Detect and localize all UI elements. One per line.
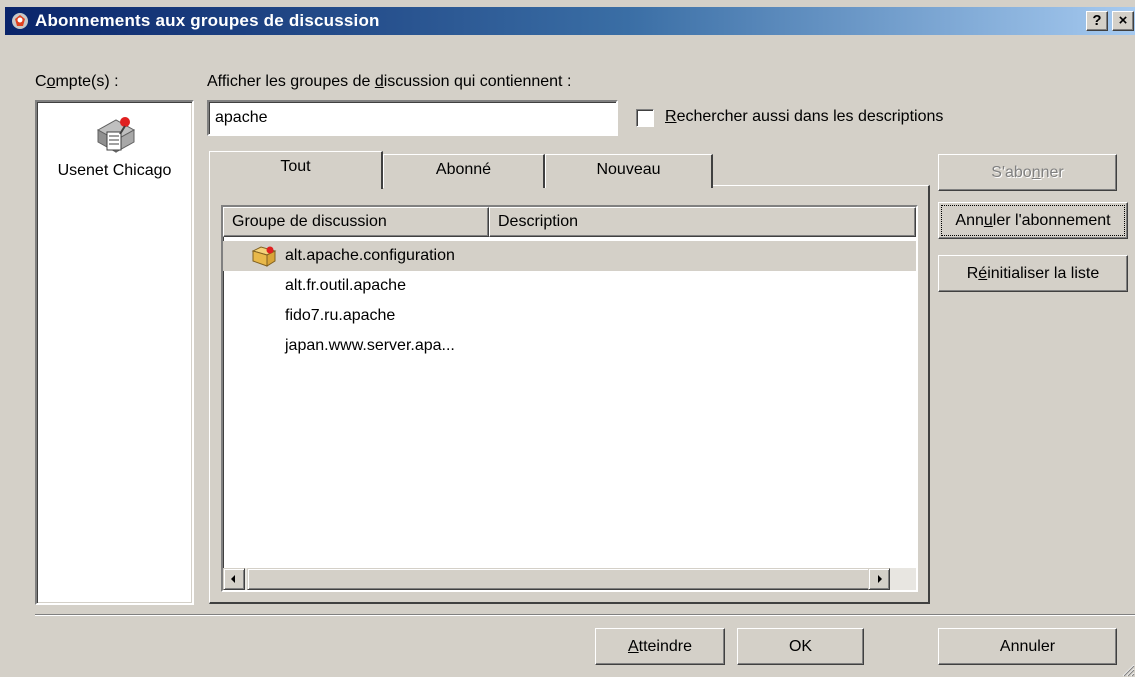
newsgroup-list[interactable]: Groupe de discussion Description alt.apa…: [221, 205, 918, 592]
newsgroup-app-icon: [11, 12, 29, 30]
window-title: Abonnements aux groupes de discussion: [35, 11, 380, 30]
newsgroup-name: japan.www.server.apa...: [285, 337, 455, 354]
column-header-description[interactable]: Description: [489, 207, 916, 237]
subscribe-button[interactable]: S'abonner: [938, 154, 1117, 191]
tab-label: Tout: [280, 158, 311, 175]
ok-button[interactable]: OK: [737, 628, 864, 665]
tab-label: Nouveau: [596, 161, 661, 178]
scrollbar-thumb[interactable]: [247, 568, 874, 590]
list-rows: alt.apache.configuration alt.fr.outil.ap…: [223, 241, 916, 361]
help-icon: ?: [1092, 12, 1102, 29]
close-button[interactable]: ×: [1112, 11, 1134, 31]
newsgroup-name: fido7.ru.apache: [285, 307, 396, 324]
arrow-left-icon: [231, 575, 235, 583]
tab-new[interactable]: Nouveau: [545, 154, 713, 188]
tab-subscribed[interactable]: Abonné: [383, 154, 545, 188]
list-item[interactable]: alt.fr.outil.apache: [223, 271, 916, 301]
list-header: Groupe de discussion Description: [223, 207, 916, 237]
scroll-left-button[interactable]: [223, 568, 245, 590]
horizontal-scrollbar[interactable]: [223, 568, 916, 590]
list-item[interactable]: japan.www.server.apa...: [223, 331, 916, 361]
accounts-list[interactable]: Usenet Chicago: [35, 100, 194, 605]
subscription-dialog: Abonnements aux groupes de discussion ? …: [0, 0, 1135, 677]
search-input[interactable]: [207, 100, 618, 136]
subscribed-newsgroup-icon: [251, 246, 277, 267]
list-item[interactable]: fido7.ru.apache: [223, 301, 916, 331]
search-label: Afficher les groupes de discussion qui c…: [207, 73, 572, 90]
search-descriptions-checkbox[interactable]: [636, 109, 654, 127]
title-bar[interactable]: Abonnements aux groupes de discussion ? …: [5, 7, 1135, 35]
column-header-newsgroup[interactable]: Groupe de discussion: [223, 207, 489, 237]
list-item[interactable]: alt.apache.configuration: [223, 241, 916, 271]
unsubscribe-button[interactable]: Annuler l'abonnement: [938, 202, 1128, 239]
goto-button[interactable]: Atteindre: [595, 628, 725, 665]
newsgroup-name: alt.fr.outil.apache: [285, 277, 406, 294]
arrow-right-icon: [878, 575, 882, 583]
close-icon: ×: [1118, 12, 1128, 29]
tab-all[interactable]: Tout: [209, 151, 383, 189]
resize-grip-icon[interactable]: [1121, 663, 1135, 677]
news-server-icon: [96, 117, 135, 153]
scroll-right-button[interactable]: [868, 568, 890, 590]
account-item-usenet-chicago[interactable]: Usenet Chicago: [37, 112, 192, 180]
divider: [35, 614, 1135, 616]
account-label: Usenet Chicago: [57, 162, 172, 179]
search-descriptions-label[interactable]: Rechercher aussi dans les descriptions: [665, 108, 943, 126]
help-button[interactable]: ?: [1086, 11, 1108, 31]
newsgroup-name: alt.apache.configuration: [285, 247, 455, 264]
tab-label: Abonné: [435, 161, 492, 178]
cancel-button[interactable]: Annuler: [938, 628, 1117, 665]
reset-list-button[interactable]: Réinitialiser la liste: [938, 255, 1128, 292]
accounts-label: Compte(s) :: [35, 73, 119, 90]
